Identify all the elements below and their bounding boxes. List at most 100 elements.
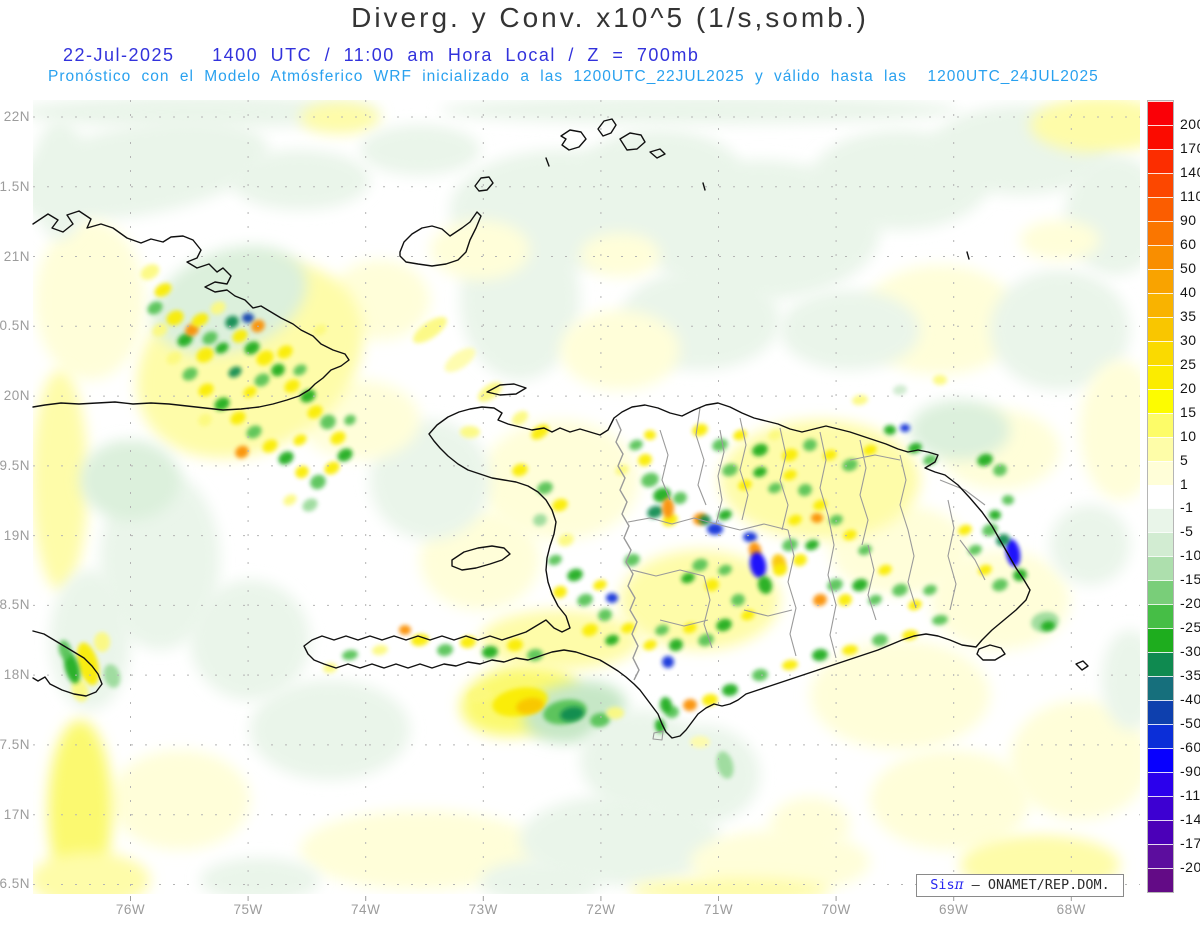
field-wash [560,310,680,390]
colorbar-label: -40 [1180,691,1200,708]
field-cell [811,513,823,523]
field-wash [190,580,310,700]
field-cell [692,423,708,437]
colorbar-segment [1148,628,1173,653]
lon-label: 76W [115,902,146,917]
field-cell [712,438,728,452]
colorbar-label: -50 [1180,715,1200,732]
field-wash [870,750,1030,850]
lon-label: 72W [586,902,616,917]
lon-label: 70W [821,902,851,917]
field-cell [1002,495,1014,505]
colorbar-segment [1148,868,1173,892]
colorbar-segment [1148,220,1173,245]
colorbar-segment [1148,652,1173,677]
field-wash [35,220,145,380]
field-cell [893,384,907,396]
lon-label: 69W [939,902,969,917]
colorbar-label: 15 [1180,403,1197,420]
colorbar-segment [1148,700,1173,725]
colorbar-label: 1 [1180,475,1189,492]
field-wash [780,290,920,370]
field-cell [782,659,798,671]
lat-label: 20N [3,388,30,404]
lat-label: 8.5N [0,597,30,613]
weather-map-page: Diverg. y Conv. x10^5 (1/s,somb.) 22-Jul… [0,0,1200,927]
colorbar-label: 40 [1180,283,1197,300]
lat-label: 0.5N [0,318,30,334]
field-cell [411,633,429,647]
field-cell [900,424,910,432]
field-cell [302,498,318,512]
colorbar-label: 20 [1180,379,1197,396]
lon-label: 74W [351,902,381,917]
field-cell [606,707,624,719]
field-cell [827,578,843,592]
field-cell [548,554,562,566]
colorbar-label: -15 [1180,571,1200,588]
field-cell [884,425,896,435]
colorbar-label: -200 [1180,859,1200,876]
field-cell [593,579,607,591]
field-wash [200,858,320,894]
field-wash [1050,505,1130,585]
colorbar-label: 30 [1180,331,1197,348]
field-wash [630,878,830,894]
field-wash [440,100,960,124]
colorbar-label: -35 [1180,667,1200,684]
colorbar-segment [1148,580,1173,605]
colorbar-segment [1148,316,1173,341]
field-cell [690,736,710,748]
colorbar-label: 35 [1180,307,1197,324]
field-cell [743,532,757,542]
field-cell [295,465,309,479]
lon-label: 68W [1056,902,1086,917]
lat-label: 21N [3,248,30,264]
colorbar-segment [1148,508,1173,533]
colorbar-label: 25 [1180,355,1197,372]
lat-label: 9.5N [0,457,30,473]
lon-label: 73W [468,902,498,917]
colorbar-segment [1148,748,1173,773]
lat-label: 18N [3,667,30,683]
colorbar-label: 5 [1180,451,1189,468]
field-wash [810,640,990,750]
field-cell [283,494,297,506]
field-cell [242,313,254,323]
field-wash [770,797,850,853]
small-cay-3 [966,251,970,260]
colorbar-label: -10 [1180,547,1200,564]
colorbar-segment [1148,532,1173,557]
field-cell [94,632,110,652]
colorbar-segment [1148,364,1173,389]
field-wash [230,150,370,210]
acklins-island [560,129,587,151]
attribution-box: Sisπ – ONAMET/REP.DOM. [916,874,1124,897]
colorbar-segment [1148,796,1173,821]
colorbar-label: -1 [1180,499,1194,516]
colorbar-label: 10 [1180,427,1197,444]
colorbar-label: -170 [1180,835,1200,852]
colorbar-segment [1148,556,1173,581]
colorbar-segment [1148,244,1173,269]
field-cell [437,643,453,657]
colorbar-label: -110 [1180,787,1200,804]
colorbar-segment [1148,292,1173,317]
sispi-brand: Sis [930,877,955,893]
field-cell [662,656,674,668]
mona-island [1075,660,1089,671]
field-cell [278,451,294,465]
field-wash [250,680,410,780]
map-canvas [32,100,1140,901]
field-cell [722,683,738,697]
colorbar-segment [1148,388,1173,413]
colorbar-segment [1148,724,1173,749]
shaded-field [33,100,1140,894]
colorbar-segment [1148,124,1173,149]
field-wash [80,440,180,520]
colorbar-label: 200 [1180,115,1200,132]
colorbar-label: 140 [1180,163,1200,180]
lon-label: 71W [703,902,734,917]
colorbar-segment [1148,604,1173,629]
colorbar-label: 110 [1180,187,1200,204]
